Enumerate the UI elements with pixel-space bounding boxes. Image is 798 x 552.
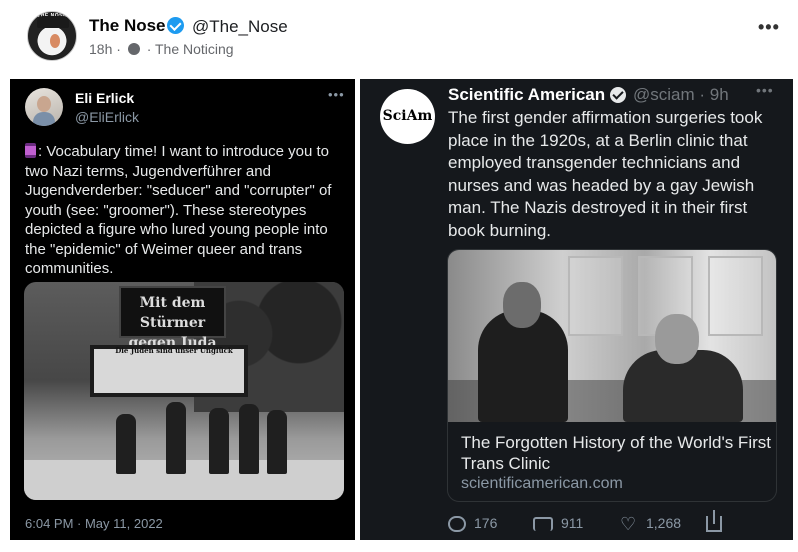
reply-count: 176 [474, 515, 498, 531]
photo-man-left-head [503, 282, 541, 328]
author-name[interactable]: The Nose [89, 16, 166, 36]
sciam-more-icon: ••• [756, 82, 774, 98]
photo-person [239, 404, 259, 474]
photo-sign: Mit dem Stürmer gegen Juda [119, 286, 226, 351]
audience-globe-icon [127, 43, 140, 55]
post-header: THE NOSE KNOWS The Nose @The_Nose 18h · … [0, 0, 798, 72]
eli-tweet-text: : Vocabulary time! I want to introduce y… [25, 142, 347, 279]
meta-separator: · [116, 41, 121, 57]
nose-graphic [50, 34, 60, 48]
sciam-avatar: SciAm [380, 89, 435, 144]
sciam-author-name: Scientific American [448, 85, 606, 104]
article-link-card: The Forgotten History of the World's Fir… [447, 249, 777, 502]
photo-man-right-head [655, 314, 699, 364]
eli-avatar [25, 88, 63, 126]
right-tweet-screenshot: SciAm Scientific American @sciam · 9h ••… [360, 79, 793, 540]
share-action [706, 510, 730, 533]
sciam-tweet-text: The first gender affirmation surgeries t… [448, 108, 763, 240]
retweet-count: 911 [561, 515, 584, 531]
thread-spool-icon [25, 143, 36, 158]
photo-person [166, 402, 186, 474]
left-tweet-screenshot: Eli Erlick @EliErlick ••• : Vocabulary t… [10, 79, 355, 540]
author-avatar[interactable]: THE NOSE KNOWS [27, 11, 77, 61]
post-time[interactable]: 18h [89, 41, 112, 57]
eli-author-name: Eli Erlick [75, 90, 135, 106]
photo-wall-panel [708, 256, 763, 336]
article-photo [448, 250, 776, 422]
eli-tweet-photo: Mit dem Stürmer gegen Juda Die Juden sin… [24, 282, 344, 500]
article-domain: scientificamerican.com [461, 475, 623, 492]
post-meta: 18h · · The Noticing [89, 41, 234, 57]
photo-sign-line1: Mit dem Stürmer [139, 295, 206, 331]
tweet-actions: 176 911 ♡ 1,268 [448, 510, 788, 533]
photo-board-text: Die Juden sind unser Unglück [115, 346, 233, 355]
retweet-action: 911 [533, 513, 583, 533]
hat-graphic [37, 16, 69, 28]
eli-more-icon: ••• [328, 87, 345, 102]
sciam-author-handle: @sciam · 9h [633, 85, 729, 104]
post-more-options-icon[interactable]: ••• [758, 17, 780, 38]
verified-badge-icon [167, 17, 184, 34]
like-action: ♡ 1,268 [620, 513, 681, 533]
photo-person [267, 410, 287, 474]
author-handle[interactable]: @The_Nose [192, 17, 288, 37]
photo-person [116, 414, 136, 474]
share-icon [706, 510, 722, 533]
reply-icon [448, 516, 466, 533]
photo-wall-panel [568, 256, 623, 336]
article-title: The Forgotten History of the World's Fir… [461, 433, 771, 473]
eli-author-handle: @EliErlick [75, 109, 139, 125]
retweet-icon [533, 517, 553, 532]
photo-person [209, 408, 229, 474]
eli-tweet-date: 6:04 PM · May 11, 2022 [25, 516, 163, 531]
group-name[interactable]: · The Noticing [147, 41, 234, 57]
like-count: 1,268 [646, 515, 682, 531]
heart-icon: ♡ [620, 514, 637, 535]
reply-action: 176 [448, 513, 497, 533]
eli-tweet-body: : Vocabulary time! I want to introduce y… [25, 143, 332, 277]
sciam-verified-icon [610, 87, 626, 103]
